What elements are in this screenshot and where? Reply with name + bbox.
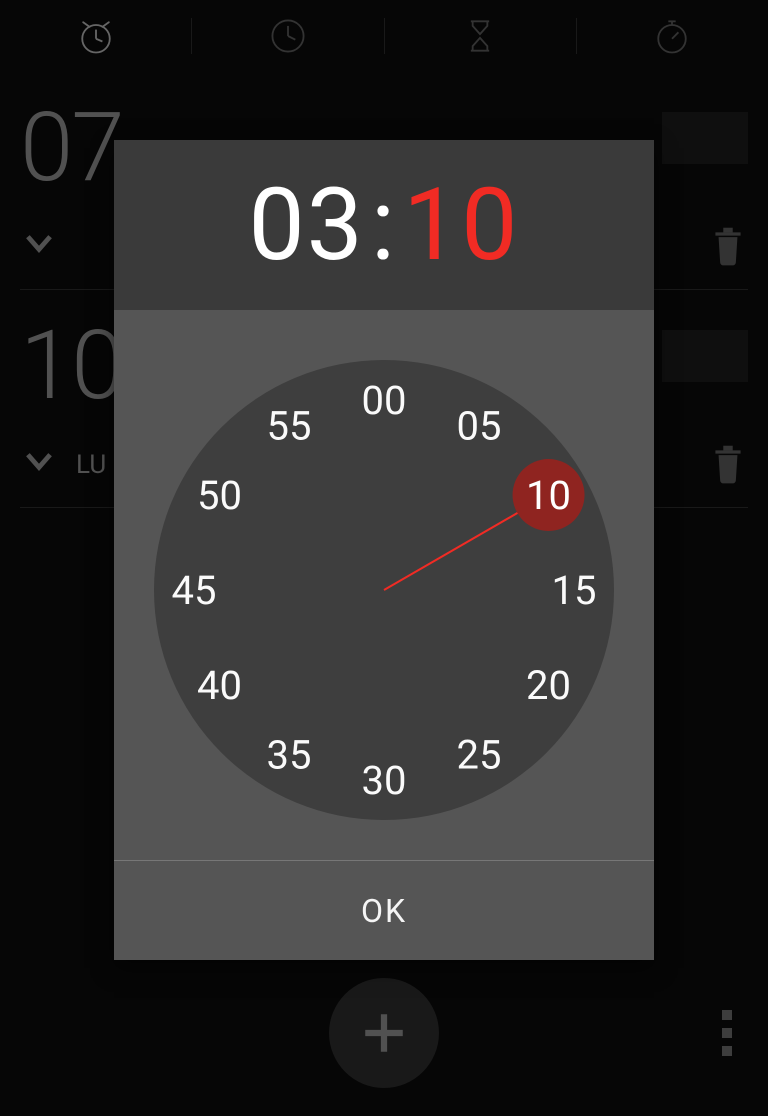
minute-tick-10[interactable]: 10 [513, 459, 585, 531]
hours-value[interactable]: 03 [248, 167, 364, 284]
minute-tick-20[interactable]: 20 [513, 649, 585, 721]
minute-tick-05[interactable]: 05 [443, 389, 515, 461]
minute-tick-00[interactable]: 00 [348, 364, 420, 436]
clock-face-container: 00 0510 15 2025 30 3540 45 5055 [114, 310, 654, 860]
ok-button[interactable]: OK [114, 860, 654, 960]
minute-tick-35[interactable]: 35 [253, 719, 325, 791]
minute-tick-55[interactable]: 55 [253, 389, 325, 461]
minute-tick-15[interactable]: 15 [538, 554, 610, 626]
minute-tick-45[interactable]: 45 [158, 554, 230, 626]
clock-hand [384, 509, 524, 591]
clock-face[interactable]: 00 0510 15 2025 30 3540 45 5055 [154, 360, 614, 820]
minute-tick-30[interactable]: 30 [348, 744, 420, 816]
minute-tick-50[interactable]: 50 [183, 459, 255, 531]
time-colon: : [371, 167, 397, 284]
time-picker-dialog: 03 : 10 000510152025303540455055 OK [114, 140, 654, 960]
minutes-value[interactable]: 10 [403, 167, 519, 284]
minute-tick-40[interactable]: 40 [183, 649, 255, 721]
time-display: 03 : 10 [114, 140, 654, 310]
ok-label: OK [361, 892, 407, 930]
minute-tick-25[interactable]: 25 [443, 719, 515, 791]
